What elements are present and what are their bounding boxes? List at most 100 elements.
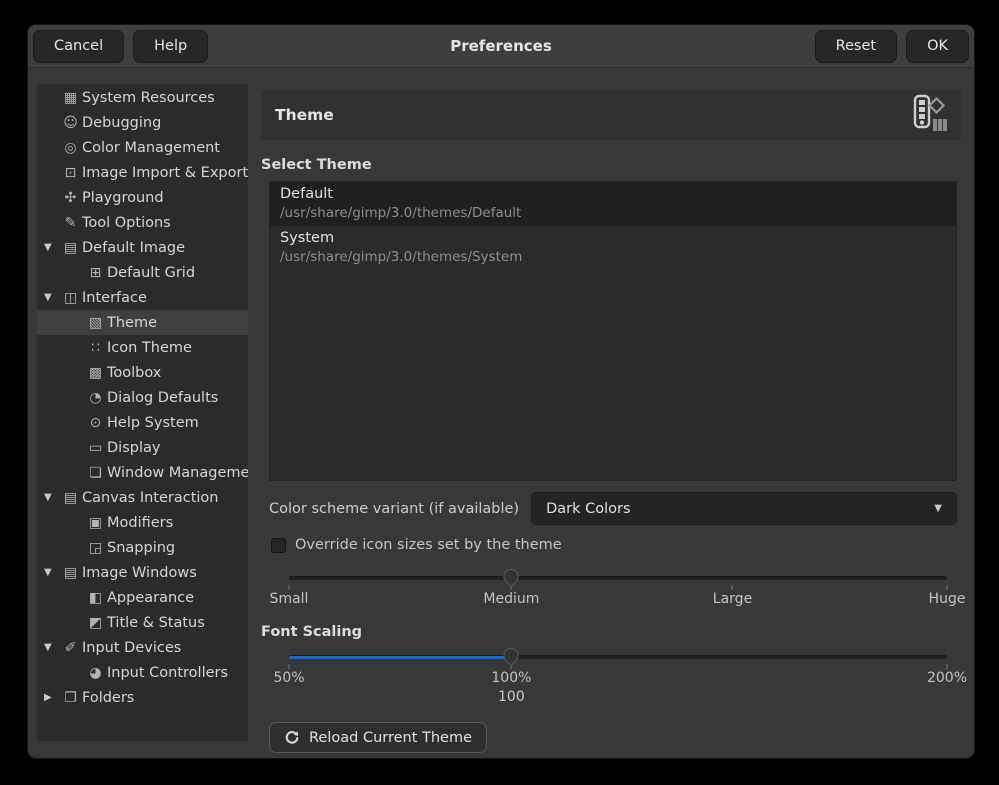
sidebar-item-system-resources[interactable]: ▦System Resources (37, 85, 248, 110)
sidebar-item-input-devices[interactable]: ▼✐Input Devices (37, 635, 248, 660)
ok-button[interactable]: OK (906, 30, 969, 63)
override-icon-sizes-label: Override icon sizes set by the theme (295, 537, 562, 553)
preferences-dialog: Cancel Help Preferences Reset OK ▦System… (27, 24, 975, 759)
title-status-icon: ◩ (85, 615, 106, 631)
sidebar-item-window-management[interactable]: ❏Window Management (37, 460, 248, 485)
reset-button[interactable]: Reset (815, 30, 898, 63)
pinwheel-icon: ✣ (60, 190, 81, 206)
override-icon-sizes-checkbox[interactable] (271, 538, 286, 553)
modifiers-icon: ▣ (85, 515, 106, 531)
slider-tick-label: Medium (483, 591, 539, 607)
sidebar-item-display[interactable]: ▭Display (37, 435, 248, 460)
sidebar-item-input-controllers[interactable]: ◕Input Controllers (37, 660, 248, 685)
sidebar-item-label: Debugging (82, 115, 161, 131)
sidebar-item-label: Help System (107, 415, 199, 431)
theme-settings-panel: Theme Select Theme Default/usr/share/gim… (261, 84, 961, 741)
cancel-button[interactable]: Cancel (33, 30, 124, 63)
sidebar-item-label: Icon Theme (107, 340, 192, 356)
slider-tick-label: Huge (929, 591, 966, 607)
sidebar-item-dialog-defaults[interactable]: ◔Dialog Defaults (37, 385, 248, 410)
theme-name: System (280, 229, 946, 248)
expander-down-icon[interactable]: ▼ (41, 492, 60, 503)
slider-handle[interactable] (501, 566, 522, 587)
expander-down-icon[interactable]: ▼ (41, 642, 60, 653)
theme-path: /usr/share/gimp/3.0/themes/System (280, 248, 946, 266)
theme-list-row-default[interactable]: Default/usr/share/gimp/3.0/themes/Defaul… (270, 182, 956, 226)
slider-tick-mark (947, 585, 948, 590)
slider-tick-mark (289, 585, 290, 590)
tool-options-icon: ✎ (60, 215, 81, 231)
slider-handle[interactable] (501, 645, 522, 666)
image-windows-icon: ▤ (60, 565, 81, 581)
monitor-icon: ▭ (85, 440, 106, 456)
color-scheme-variant-dropdown[interactable]: Dark Colors ▼ (531, 492, 957, 525)
expander-down-icon[interactable]: ▼ (41, 567, 60, 578)
icon-size-slider[interactable]: SmallMediumLargeHuge (289, 566, 947, 614)
sidebar-item-label: Playground (82, 190, 164, 206)
theme-name: Default (280, 185, 946, 204)
sidebar-item-label: Theme (107, 315, 157, 331)
color-scheme-variant-value: Dark Colors (546, 501, 630, 517)
sidebar-item-label: Tool Options (82, 215, 171, 231)
color-circles-icon: ◎ (60, 140, 81, 156)
snapping-icon: ◲ (85, 540, 106, 556)
expander-down-icon[interactable]: ▼ (41, 292, 60, 303)
slider-current-value: 100 (498, 689, 525, 705)
sidebar-item-label: Appearance (107, 590, 194, 606)
slider-tick-label: Large (713, 591, 752, 607)
sidebar-item-icon-theme[interactable]: ∷Icon Theme (37, 335, 248, 360)
sidebar-item-label: System Resources (82, 90, 215, 106)
help-button[interactable]: Help (133, 30, 208, 63)
select-theme-label: Select Theme (261, 157, 961, 173)
reload-current-theme-button[interactable]: Reload Current Theme (269, 722, 487, 753)
windows-icon: ❏ (85, 465, 106, 481)
sidebar-item-image-import-export[interactable]: ⊡Image Import & Export (37, 160, 248, 185)
color-scheme-variant-row: Color scheme variant (if available) Dark… (269, 492, 957, 525)
sidebar-item-snapping[interactable]: ◲Snapping (37, 535, 248, 560)
sidebar-item-label: Canvas Interaction (82, 490, 219, 506)
sidebar-item-folders[interactable]: ▶❐Folders (37, 685, 248, 710)
sidebar-item-default-grid[interactable]: ⊞Default Grid (37, 260, 248, 285)
sidebar-item-help-system[interactable]: ⊙Help System (37, 410, 248, 435)
sidebar-item-tool-options[interactable]: ✎Tool Options (37, 210, 248, 235)
canvas-icon: ▤ (60, 490, 81, 506)
preferences-category-tree: ▦System Resources☺Debugging◎Color Manage… (37, 84, 248, 741)
sidebar-item-canvas-interaction[interactable]: ▼▤Canvas Interaction (37, 485, 248, 510)
slider-track[interactable] (289, 655, 947, 659)
sidebar-item-appearance[interactable]: ◧Appearance (37, 585, 248, 610)
font-scaling-label: Font Scaling (261, 624, 961, 640)
sidebar-item-label: Default Image (82, 240, 185, 256)
sidebar-item-debugging[interactable]: ☺Debugging (37, 110, 248, 135)
sidebar-item-label: Snapping (107, 540, 175, 556)
sidebar-item-color-management[interactable]: ◎Color Management (37, 135, 248, 160)
sidebar-item-label: Dialog Defaults (107, 390, 218, 406)
titlebar-right-buttons: Reset OK (815, 30, 969, 63)
toolbox-icon: ▩ (85, 365, 106, 381)
wilber-debug-icon: ☺ (60, 115, 81, 131)
expander-right-icon[interactable]: ▶ (41, 692, 60, 703)
sidebar-item-modifiers[interactable]: ▣Modifiers (37, 510, 248, 535)
theme-list-row-system[interactable]: System/usr/share/gimp/3.0/themes/System (270, 226, 956, 270)
sidebar-item-title-status[interactable]: ◩Title & Status (37, 610, 248, 635)
sidebar-item-default-image[interactable]: ▼▤Default Image (37, 235, 248, 260)
sidebar-item-toolbox[interactable]: ▩Toolbox (37, 360, 248, 385)
theme-swatchbook-icon (909, 93, 951, 137)
refresh-icon (284, 730, 300, 746)
input-devices-icon: ✐ (60, 640, 81, 656)
theme-list[interactable]: Default/usr/share/gimp/3.0/themes/Defaul… (269, 181, 957, 481)
override-icon-sizes-row: Override icon sizes set by the theme (271, 537, 961, 553)
grid-icon: ⊞ (85, 265, 106, 281)
sidebar-item-label: Toolbox (107, 365, 161, 381)
sidebar-item-theme[interactable]: ▧Theme (37, 310, 248, 335)
import-export-icon: ⊡ (60, 165, 81, 181)
slider-tick-mark (732, 585, 733, 590)
sidebar-item-playground[interactable]: ✣Playground (37, 185, 248, 210)
expander-down-icon[interactable]: ▼ (41, 242, 60, 253)
slider-track[interactable] (289, 576, 947, 580)
sidebar-item-image-windows[interactable]: ▼▤Image Windows (37, 560, 248, 585)
panel-header: Theme (261, 90, 961, 140)
color-scheme-variant-label: Color scheme variant (if available) (269, 501, 519, 517)
font-scaling-slider[interactable]: 50%100%200%100 (289, 645, 947, 709)
titlebar: Cancel Help Preferences Reset OK (28, 25, 974, 68)
sidebar-item-interface[interactable]: ▼◫Interface (37, 285, 248, 310)
